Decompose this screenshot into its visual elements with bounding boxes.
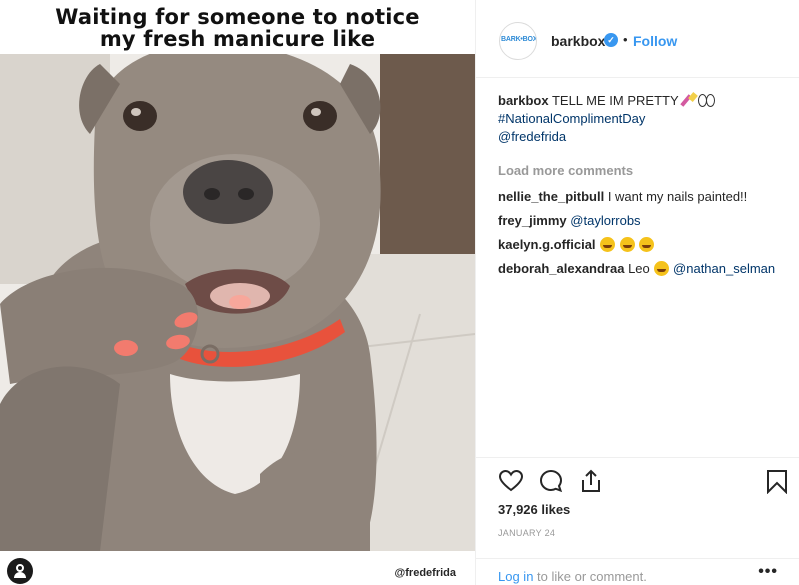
follow-button[interactable]: Follow: [633, 33, 677, 49]
laughing-emoji-icon: [619, 237, 635, 252]
comment-username[interactable]: kaelyn.g.official: [498, 237, 596, 252]
header-username[interactable]: barkbox: [551, 33, 605, 49]
laughing-emoji-icon: [654, 261, 670, 276]
add-comment-bar: Log in to like or comment. •••: [476, 558, 799, 585]
header-separator: •: [623, 32, 628, 47]
comments-list: barkbox TELL ME IM PRETTY #NationalCompl…: [498, 92, 798, 284]
post-media: Waiting for someone to notice my fresh m…: [0, 0, 475, 585]
list-item: deborah_alexandraa Leo @nathan_selman: [498, 260, 798, 278]
action-icons: [498, 468, 788, 494]
comment-username[interactable]: deborah_alexandraa: [498, 261, 624, 276]
list-item: frey_jimmy @taylorrobs: [498, 212, 798, 230]
nail-polish-emoji-icon: [682, 93, 698, 107]
meme-caption: Waiting for someone to notice my fresh m…: [0, 0, 475, 54]
photo-credit: @fredefrida: [394, 567, 456, 579]
post-caption: barkbox TELL ME IM PRETTY #NationalCompl…: [498, 92, 798, 146]
list-item: kaelyn.g.official: [498, 236, 798, 254]
login-prompt-text: to like or comment.: [533, 569, 647, 584]
meme-caption-line-1: Waiting for someone to notice: [55, 5, 420, 29]
load-more-comments-button[interactable]: Load more comments: [498, 162, 798, 180]
laughing-emoji-icon: [639, 237, 655, 252]
comment-text: Leo: [628, 261, 650, 276]
more-options-icon[interactable]: •••: [758, 563, 778, 581]
verified-icon: ✓: [604, 33, 618, 47]
comment-mention[interactable]: @taylorrobs: [570, 213, 640, 228]
comment-icon[interactable]: [538, 468, 564, 494]
laughing-emoji-icon: [600, 237, 616, 252]
caption-text: TELL ME IM PRETTY: [551, 93, 679, 108]
post-side-panel: BARK•BOX barkbox ✓ • Follow barkbox TELL…: [475, 0, 799, 585]
meme-caption-line-2: my fresh manicure like: [99, 27, 376, 51]
login-link[interactable]: Log in: [498, 569, 533, 584]
caption-mention[interactable]: @fredefrida: [498, 129, 566, 144]
avatar-logo-text: BARK•BOX: [501, 36, 537, 43]
avatar[interactable]: BARK•BOX: [499, 22, 537, 60]
caption-hashtag[interactable]: #NationalComplimentDay: [498, 111, 645, 126]
comment-username[interactable]: nellie_the_pitbull: [498, 189, 604, 204]
bookmark-icon[interactable]: [764, 468, 790, 494]
comment-text: I want my nails painted!!: [607, 189, 748, 204]
media-footer: @fredefrida: [0, 551, 475, 585]
heart-icon[interactable]: [498, 468, 524, 494]
watermark-logo-icon: [7, 558, 33, 584]
comment-username[interactable]: frey_jimmy: [498, 213, 567, 228]
dog-photo[interactable]: [0, 54, 475, 551]
share-icon[interactable]: [578, 468, 604, 494]
dog-illustration: [0, 54, 475, 551]
login-prompt: Log in to like or comment.: [498, 569, 647, 584]
post-header: BARK•BOX barkbox ✓ • Follow: [476, 0, 799, 78]
comment-mention[interactable]: @nathan_selman: [673, 261, 775, 276]
list-item: nellie_the_pitbull I want my nails paint…: [498, 188, 798, 206]
post-date[interactable]: JANUARY 24: [498, 528, 555, 538]
caption-username[interactable]: barkbox: [498, 93, 549, 108]
eyes-emoji-icon: [698, 94, 716, 107]
likes-count[interactable]: 37,926 likes: [498, 502, 570, 517]
action-bar: 37,926 likes JANUARY 24 Log in to like o…: [476, 457, 799, 585]
